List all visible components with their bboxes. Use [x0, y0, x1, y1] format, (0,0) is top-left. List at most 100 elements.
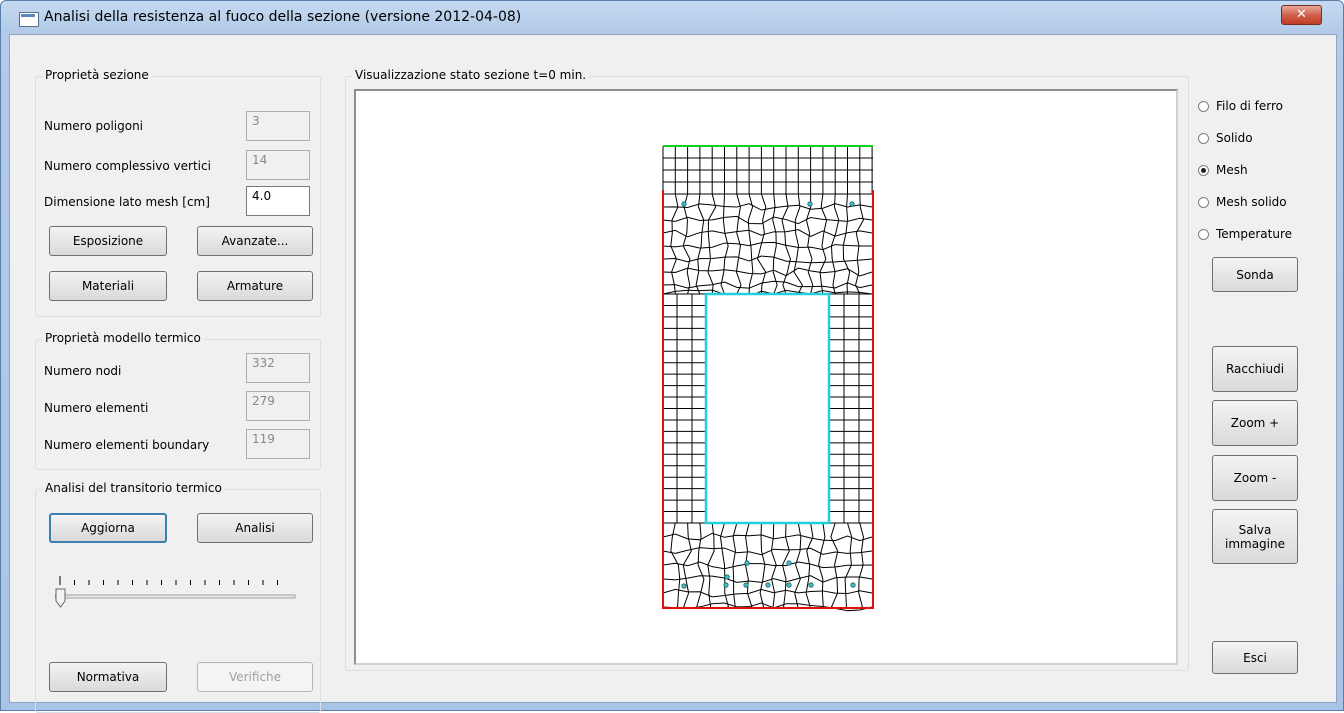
mesh-edge [772, 193, 778, 295]
exposure-button[interactable]: Esposizione [49, 226, 167, 256]
section-properties-group: Proprietà sezione Numero poligoni 3 Nume… [35, 68, 321, 317]
radio-label: Filo di ferro [1216, 99, 1283, 113]
mesh-edge [805, 522, 814, 609]
thermal-model-legend: Proprietà modello termico [42, 331, 204, 345]
rebar-point [765, 582, 771, 588]
enclose-button[interactable]: Racchiudi [1212, 346, 1298, 392]
mesh-edge [662, 229, 873, 238]
time-slider[interactable] [54, 576, 297, 616]
mesh-edge [682, 193, 691, 295]
radio-indicator[interactable] [1198, 133, 1209, 144]
save-image-button[interactable]: Salva immagine [1212, 509, 1298, 564]
rebar-point [786, 582, 792, 588]
mesh-edge [662, 280, 873, 289]
zoom-out-button[interactable]: Zoom - [1212, 455, 1298, 501]
rebar-point [850, 582, 856, 588]
mesh-edge [842, 193, 851, 295]
mesh-edge [662, 241, 873, 251]
radio-label: Mesh solido [1216, 195, 1287, 209]
mesh-edge [830, 193, 840, 295]
close-button[interactable]: ✕ [1281, 5, 1322, 25]
mesh-edge [696, 522, 705, 609]
rebar-point [744, 560, 750, 566]
transient-analysis-legend: Analisi del transitorio termico [42, 481, 225, 495]
mesh-edge [707, 193, 717, 295]
advanced-button[interactable]: Avanzate... [197, 226, 313, 256]
elements-field: 279 [246, 391, 310, 421]
mesh-edge [662, 255, 873, 264]
zoom-in-button[interactable]: Zoom + [1212, 400, 1298, 446]
rebar-point [681, 583, 687, 589]
mesh-edge [662, 561, 873, 570]
boundary-field: 119 [246, 429, 310, 459]
slider-track [54, 594, 296, 599]
probe-button[interactable]: Sonda [1212, 257, 1298, 292]
exit-button[interactable]: Esci [1212, 641, 1298, 674]
mesh-edge [695, 193, 705, 295]
slider-thumb [55, 588, 66, 608]
num-vertices-label: Numero complessivo vertici [44, 159, 211, 173]
rebar-point [808, 582, 814, 588]
section-properties-legend: Proprietà sezione [42, 68, 152, 82]
radio-indicator[interactable] [1198, 101, 1209, 112]
mesh-edge [855, 193, 864, 295]
radio-indicator[interactable] [1198, 197, 1209, 208]
mesh-edge [662, 532, 873, 542]
rebar-point [849, 201, 855, 207]
mesh-edge [818, 522, 826, 609]
rebar-point [743, 582, 749, 588]
radio-label: Mesh [1216, 163, 1248, 177]
mesh-edge [662, 547, 873, 556]
radio-indicator[interactable] [1198, 229, 1209, 240]
materials-button[interactable]: Materiali [49, 271, 167, 301]
mesh-edge [662, 588, 873, 598]
rebar-point [724, 574, 730, 580]
transient-analysis-group: Analisi del transitorio termico Aggiorna… [35, 481, 321, 713]
app-icon [19, 12, 39, 27]
section-hole-edge [704, 292, 831, 525]
mesh-edge [781, 193, 791, 295]
reinforcement-button[interactable]: Armature [197, 271, 313, 301]
rebar-point [807, 201, 813, 207]
thermal-model-group: Proprietà modello termico Numero nodi 33… [35, 331, 321, 470]
mesh-edge [793, 193, 804, 295]
section-canvas[interactable] [354, 89, 1178, 665]
mesh-edge [747, 193, 754, 295]
mesh-edge [662, 267, 873, 277]
section-view-group: Visualizzazione stato sezione t=0 min. [345, 68, 1189, 671]
elements-label: Numero elementi [44, 401, 149, 415]
radio-label: Temperature [1216, 227, 1293, 241]
close-icon: ✕ [1296, 7, 1307, 22]
radio-indicator[interactable] [1198, 165, 1209, 176]
window-title: Analisi della resistenza al fuoco della … [44, 9, 522, 25]
checks-button: Verifiche [197, 662, 313, 692]
slider-ticks [54, 576, 296, 608]
rebar-point [681, 201, 687, 207]
norm-button[interactable]: Normativa [49, 662, 167, 692]
mesh-edge [819, 193, 828, 295]
mesh-edge [830, 522, 839, 609]
mesh-edge [662, 575, 873, 583]
title-bar[interactable]: Analisi della resistenza al fuoco della … [1, 1, 1343, 34]
analysis-button[interactable]: Analisi [197, 513, 313, 543]
mesh-edge [662, 215, 873, 225]
num-polygons-field: 3 [246, 111, 310, 141]
update-button[interactable]: Aggiorna [49, 513, 167, 543]
num-vertices-field: 14 [246, 150, 310, 180]
section-view-legend: Visualizzazione stato sezione t=0 min. [352, 68, 590, 82]
section-mesh-drawing [662, 145, 874, 612]
radio-label: Solido [1216, 131, 1253, 145]
nodes-field: 332 [246, 353, 310, 383]
app-window: Analisi della resistenza al fuoco della … [0, 0, 1344, 713]
mesh-edge [670, 193, 679, 295]
mesh-edge [662, 203, 873, 211]
rebar-point [723, 582, 729, 588]
mesh-edge [662, 602, 873, 612]
mesh-size-label: Dimensione lato mesh [cm] [44, 195, 210, 209]
client-area: Proprietà sezione Numero poligoni 3 Nume… [9, 34, 1337, 713]
boundary-label: Numero elementi boundary [44, 438, 210, 452]
mesh-size-input[interactable]: 4.0 [246, 186, 310, 216]
rebar-point [786, 560, 792, 566]
nodes-label: Numero nodi [44, 364, 122, 378]
num-polygons-label: Numero poligoni [44, 119, 144, 133]
